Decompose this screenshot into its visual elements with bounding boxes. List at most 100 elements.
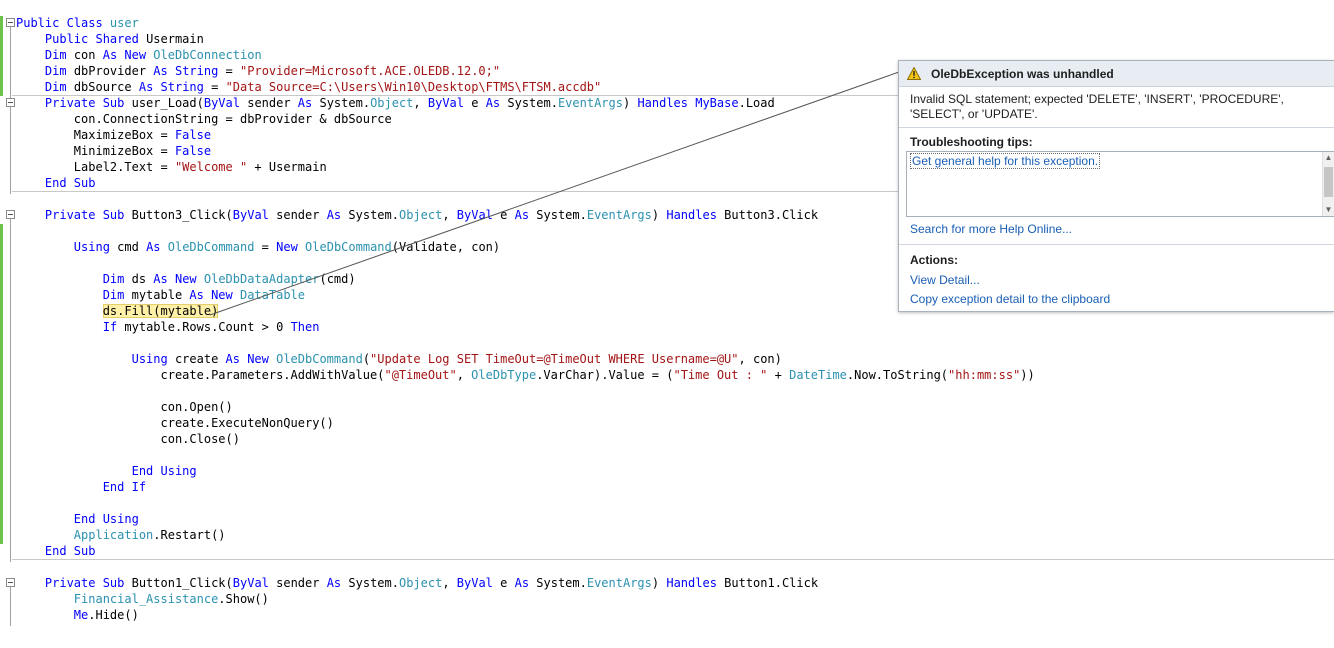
code-token: , con) xyxy=(738,352,782,366)
code-line[interactable]: Using create As New OleDbCommand("Update… xyxy=(16,351,782,367)
troubleshooting-heading: Troubleshooting tips: xyxy=(910,135,1033,149)
code-token: Public Class xyxy=(16,16,110,30)
code-line[interactable]: con.ConnectionString = dbProvider & dbSo… xyxy=(16,111,392,127)
code-token: "Welcome " xyxy=(174,160,248,174)
code-token: OleDbConnection xyxy=(153,48,262,62)
code-token: Handles xyxy=(666,576,725,590)
code-token: Button3_Click( xyxy=(131,208,233,222)
code-line[interactable]: con.Open() xyxy=(16,399,232,415)
search-help-online-link[interactable]: Search for more Help Online... xyxy=(910,222,1072,236)
code-line[interactable]: Financial_Assistance.Show() xyxy=(16,591,269,607)
outline-guide xyxy=(10,26,11,98)
code-token: .VarChar).Value = ( xyxy=(536,368,674,382)
view-detail-link[interactable]: View Detail... xyxy=(910,273,980,287)
code-token: As xyxy=(514,208,537,222)
collapse-toggle[interactable] xyxy=(6,98,15,107)
code-token: = xyxy=(218,64,241,78)
code-token: create.Parameters.AddWithValue( xyxy=(16,368,385,382)
actions-heading: Actions: xyxy=(910,253,958,267)
code-token: As New xyxy=(189,288,240,302)
code-token: sender xyxy=(247,96,298,110)
code-token: DataTable xyxy=(239,288,306,302)
code-token: + xyxy=(767,368,790,382)
code-token: ByVal xyxy=(456,208,501,222)
change-indicator xyxy=(0,224,3,544)
code-token: Dim xyxy=(44,80,74,94)
code-token: (cmd) xyxy=(319,272,356,286)
code-line[interactable]: Me.Hide() xyxy=(16,607,139,623)
code-token: As xyxy=(514,576,537,590)
code-line[interactable]: Dim con As New OleDbConnection xyxy=(16,47,262,63)
tips-scrollbar[interactable]: ▲ ▼ xyxy=(1322,152,1334,216)
code-line[interactable]: Label2.Text = "Welcome " + Usermain xyxy=(16,159,327,175)
code-token: System. xyxy=(348,208,399,222)
collapse-toggle[interactable] xyxy=(6,578,15,587)
code-line[interactable]: End Using xyxy=(16,463,197,479)
code-token: create xyxy=(174,352,226,366)
code-line[interactable]: Dim mytable As New DataTable xyxy=(16,287,305,303)
collapse-toggle[interactable] xyxy=(6,210,15,219)
code-line[interactable]: End If xyxy=(16,479,146,495)
code-token: False xyxy=(174,144,212,158)
code-line[interactable]: Dim ds As New OleDbDataAdapter(cmd) xyxy=(16,271,356,287)
code-line[interactable]: Public Shared Usermain xyxy=(16,31,204,47)
code-token: New xyxy=(276,240,306,254)
code-token: Handles xyxy=(666,208,725,222)
code-token: Handles xyxy=(637,96,696,110)
troubleshooting-tips-list[interactable]: Get general help for this exception. ▲ ▼ xyxy=(906,151,1334,217)
warning-icon xyxy=(906,66,922,80)
code-token: Dim xyxy=(102,288,132,302)
collapse-toggle[interactable] xyxy=(6,18,15,27)
code-line[interactable]: Using cmd As OleDbCommand = New OleDbCom… xyxy=(16,239,500,255)
code-token: System. xyxy=(348,576,399,590)
code-token: ByVal xyxy=(456,576,501,590)
code-token: + Usermain xyxy=(247,160,327,174)
code-line[interactable]: create.ExecuteNonQuery() xyxy=(16,415,333,431)
code-token: sender xyxy=(276,576,327,590)
code-line[interactable]: Private Sub user_Load(ByVal sender As Sy… xyxy=(16,95,775,111)
code-token: dbProvider xyxy=(73,64,154,78)
scroll-up-arrow-icon[interactable]: ▲ xyxy=(1324,153,1333,163)
code-line[interactable]: End Sub xyxy=(16,543,96,559)
code-token: , xyxy=(413,96,428,110)
code-line[interactable]: MinimizeBox = False xyxy=(16,143,211,159)
code-line[interactable]: MaximizeBox = False xyxy=(16,127,211,143)
scroll-down-arrow-icon[interactable]: ▼ xyxy=(1324,205,1333,215)
code-line[interactable]: Private Sub Button3_Click(ByVal sender A… xyxy=(16,207,818,223)
code-line[interactable]: ds.Fill(mytable) xyxy=(16,303,219,319)
scroll-thumb[interactable] xyxy=(1324,167,1333,197)
code-line[interactable]: Dim dbSource As String = "Data Source=C:… xyxy=(16,79,601,95)
exception-assistant-popup[interactable]: OleDbException was unhandled Invalid SQL… xyxy=(898,60,1334,312)
tip-link-general-help[interactable]: Get general help for this exception. xyxy=(910,153,1101,169)
code-token: Object xyxy=(398,576,443,590)
code-line[interactable]: Application.Restart() xyxy=(16,527,226,543)
code-token: System. xyxy=(507,96,558,110)
code-token: EventArgs xyxy=(586,208,652,222)
code-token: ByVal xyxy=(232,208,277,222)
code-token: MyBase xyxy=(695,96,739,110)
copy-exception-detail-link[interactable]: Copy exception detail to the clipboard xyxy=(910,292,1110,306)
code-token: e xyxy=(500,208,515,222)
exception-message: Invalid SQL statement; expected 'DELETE'… xyxy=(910,92,1284,121)
code-line[interactable]: End Sub xyxy=(16,175,96,191)
code-line[interactable]: con.Close() xyxy=(16,431,239,447)
code-line[interactable]: Private Sub Button1_Click(ByVal sender A… xyxy=(16,575,818,591)
code-line[interactable]: create.Parameters.AddWithValue("@TimeOut… xyxy=(16,367,1034,383)
code-token: ) xyxy=(622,96,638,110)
code-line[interactable]: Dim dbProvider As String = "Provider=Mic… xyxy=(16,63,500,79)
code-token: OleDbCommand xyxy=(276,352,363,366)
code-line[interactable]: Public Class user xyxy=(16,15,139,31)
code-token: Dim xyxy=(44,48,74,62)
code-token: End Sub xyxy=(44,544,96,558)
code-line[interactable]: If mytable.Rows.Count > 0 Then xyxy=(16,319,320,335)
code-line[interactable]: End Using xyxy=(16,511,139,527)
code-token: ByVal xyxy=(232,576,277,590)
